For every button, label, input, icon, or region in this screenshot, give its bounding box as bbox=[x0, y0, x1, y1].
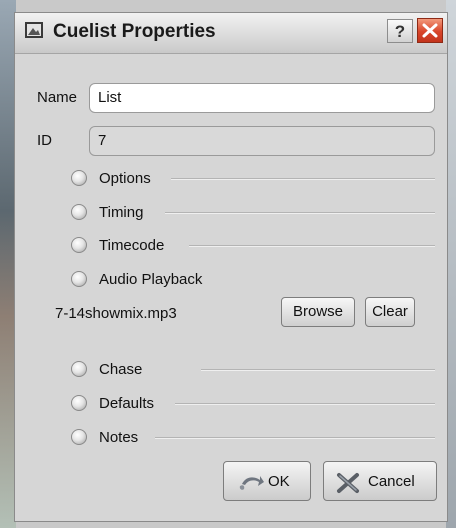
section-divider bbox=[201, 369, 435, 371]
section-label: Timecode bbox=[99, 237, 165, 254]
id-field: 7 bbox=[89, 126, 435, 156]
section-chase[interactable]: Chase bbox=[71, 359, 435, 381]
section-label: Timing bbox=[99, 204, 144, 221]
browse-button[interactable]: Browse bbox=[281, 297, 355, 327]
expand-toggle-icon[interactable] bbox=[71, 429, 87, 445]
name-label: Name bbox=[37, 89, 78, 106]
cancel-label: Cancel bbox=[368, 473, 415, 490]
close-icon bbox=[422, 23, 438, 38]
cuelist-properties-dialog: Cuelist Properties ? Name List ID 7 Opti… bbox=[14, 12, 448, 522]
dialog-title: Cuelist Properties bbox=[53, 21, 216, 42]
expand-toggle-icon[interactable] bbox=[71, 395, 87, 411]
ok-label: OK bbox=[268, 473, 290, 490]
section-timecode[interactable]: Timecode bbox=[71, 235, 435, 257]
section-divider bbox=[165, 212, 435, 214]
expand-toggle-icon[interactable] bbox=[71, 361, 87, 377]
section-options[interactable]: Options bbox=[71, 168, 435, 190]
section-audio-playback[interactable]: Audio Playback bbox=[71, 269, 435, 291]
cancel-button[interactable]: Cancel bbox=[323, 461, 437, 501]
expand-toggle-icon[interactable] bbox=[71, 237, 87, 253]
title-bar[interactable]: Cuelist Properties ? bbox=[15, 13, 447, 54]
section-label: Options bbox=[99, 170, 151, 187]
section-label: Defaults bbox=[99, 395, 155, 412]
name-input[interactable]: List bbox=[89, 83, 435, 113]
expand-toggle-icon[interactable] bbox=[71, 271, 87, 287]
clear-button[interactable]: Clear bbox=[365, 297, 415, 327]
help-icon: ? bbox=[394, 22, 406, 41]
section-label: Audio Playback bbox=[99, 271, 203, 288]
section-divider bbox=[189, 245, 435, 247]
section-timing[interactable]: Timing bbox=[71, 202, 435, 224]
ok-button[interactable]: OK bbox=[223, 461, 311, 501]
help-button[interactable]: ? bbox=[387, 19, 413, 43]
expand-toggle-icon[interactable] bbox=[71, 170, 87, 186]
id-label: ID bbox=[37, 132, 52, 149]
section-label: Notes bbox=[99, 429, 139, 446]
section-divider bbox=[155, 437, 435, 439]
audio-file-name: 7-14showmix.mp3 bbox=[55, 305, 177, 322]
ok-arrow-icon bbox=[239, 476, 264, 490]
expand-toggle-icon[interactable] bbox=[71, 204, 87, 220]
app-window-icon bbox=[25, 22, 43, 38]
section-notes[interactable]: Notes bbox=[71, 427, 435, 449]
section-label: Chase bbox=[99, 361, 143, 378]
section-divider bbox=[171, 178, 435, 180]
close-button[interactable] bbox=[417, 18, 443, 43]
section-defaults[interactable]: Defaults bbox=[71, 393, 435, 415]
cancel-x-icon bbox=[337, 473, 359, 493]
section-divider bbox=[175, 403, 435, 405]
